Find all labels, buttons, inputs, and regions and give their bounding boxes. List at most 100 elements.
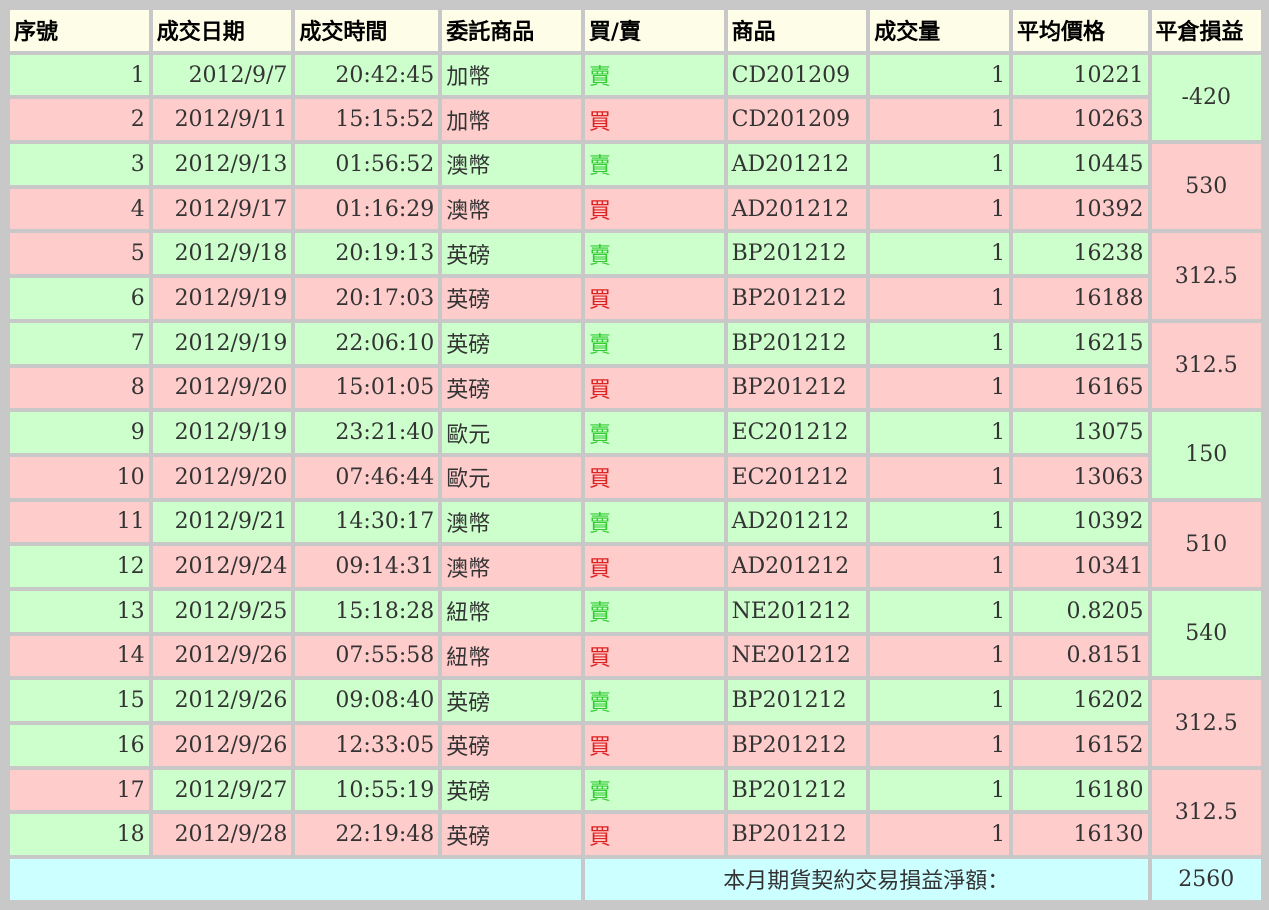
trade-side: 買 <box>584 367 724 409</box>
trade-side: 買 <box>584 99 724 141</box>
table-row: 17 2012/9/27 10:55:19 英磅賣 BP201212 1 16180 312.… <box>10 769 1261 856</box>
trade-time: 07:46:44 <box>295 456 439 498</box>
trade-side: 買 <box>584 278 724 319</box>
table-row: 4 2012/9/17 01:16:29 澳幣買 AD201212 1 10392 <box>10 188 1261 230</box>
order-item: 英磅 <box>442 814 581 856</box>
row-number: 13 <box>10 590 149 632</box>
trade-date: 2012/9/25 <box>152 590 292 632</box>
average-price: 10221 <box>1012 54 1148 96</box>
order-item: 英磅 <box>442 322 581 364</box>
trade-date: 2012/9/18 <box>152 233 292 275</box>
trade-date: 2012/9/19 <box>152 278 292 319</box>
table-row: 7 2012/9/19 22:06:10 英磅賣 BP201212 1 16215 312.5 <box>10 322 1261 409</box>
trade-time: 10:55:19 <box>295 769 439 811</box>
product-code: CD201209 <box>727 54 867 96</box>
product-code: AD201212 <box>727 188 867 230</box>
close-pnl: 312.5 <box>1151 322 1261 409</box>
row-number: 1 <box>10 54 149 96</box>
order-item: 澳幣 <box>442 501 581 543</box>
trade-side: 買 <box>584 635 724 677</box>
close-pnl: 510 <box>1151 501 1261 587</box>
product-code: BP201212 <box>727 322 867 364</box>
product-code: EC201212 <box>727 456 867 498</box>
average-price: 0.8205 <box>1012 590 1148 632</box>
product-code: AD201212 <box>727 546 867 587</box>
row-number: 7 <box>10 322 149 364</box>
order-item: 紐幣 <box>442 635 581 677</box>
product-code: AD201212 <box>727 501 867 543</box>
trade-date: 2012/9/27 <box>152 769 292 811</box>
order-item: 加幣 <box>442 54 581 96</box>
average-price: 16202 <box>1012 680 1148 721</box>
row-number: 18 <box>10 814 149 856</box>
header-row: 序號 成交日期 成交時間 委託商品 買/賣 商品 成交量 平均價格 平倉損益 <box>10 10 1261 51</box>
product-code: BP201212 <box>727 233 867 275</box>
trade-side: 買 <box>584 456 724 498</box>
row-number: 2 <box>10 99 149 141</box>
col-header-pnl: 平倉損益 <box>1151 10 1261 51</box>
close-pnl: 312.5 <box>1151 233 1261 319</box>
trade-date: 2012/9/26 <box>152 635 292 677</box>
trade-quantity: 1 <box>870 635 1009 677</box>
trade-quantity: 1 <box>870 725 1009 766</box>
row-number: 10 <box>10 456 149 498</box>
table-row: 2 2012/9/11 15:15:52 加幣買 CD201209 1 10263 <box>10 99 1261 141</box>
trade-date: 2012/9/28 <box>152 814 292 856</box>
table-row: 8 2012/9/20 15:01:05 英磅買 BP201212 1 16165 <box>10 367 1261 409</box>
average-price: 16165 <box>1012 367 1148 409</box>
trade-quantity: 1 <box>870 367 1009 409</box>
trade-quantity: 1 <box>870 456 1009 498</box>
product-code: BP201212 <box>727 769 867 811</box>
trade-date: 2012/9/20 <box>152 367 292 409</box>
trade-time: 20:42:45 <box>295 54 439 96</box>
row-number: 3 <box>10 144 149 185</box>
trade-table: 序號 成交日期 成交時間 委託商品 買/賣 商品 成交量 平均價格 平倉損益 1… <box>6 6 1265 904</box>
col-header-qty: 成交量 <box>870 10 1009 51</box>
row-number: 5 <box>10 233 149 275</box>
table-row: 5 2012/9/18 20:19:13 英磅賣 BP201212 1 16238 312.5 <box>10 233 1261 319</box>
trade-quantity: 1 <box>870 278 1009 319</box>
trade-side: 賣 <box>584 144 724 185</box>
row-number: 11 <box>10 501 149 543</box>
average-price: 10263 <box>1012 99 1148 141</box>
table-row: 3 2012/9/13 01:56:52 澳幣賣 AD201212 1 10445 530 <box>10 144 1261 230</box>
footer-row: 本月期貨契約交易損益淨額： 2560 <box>10 859 1261 900</box>
trade-time: 20:19:13 <box>295 233 439 275</box>
row-number: 16 <box>10 725 149 766</box>
trade-quantity: 1 <box>870 144 1009 185</box>
average-price: 10392 <box>1012 188 1148 230</box>
close-pnl: 530 <box>1151 144 1261 230</box>
row-number: 17 <box>10 769 149 811</box>
trade-time: 20:17:03 <box>295 278 439 319</box>
close-pnl: 312.5 <box>1151 680 1261 766</box>
table-row: 6 2012/9/19 20:17:03 英磅買 BP201212 1 16188 <box>10 278 1261 319</box>
table-row: 14 2012/9/26 07:55:58 紐幣買 NE201212 1 0.8151 <box>10 635 1261 677</box>
average-price: 16188 <box>1012 278 1148 319</box>
row-number: 14 <box>10 635 149 677</box>
table-row: 16 2012/9/26 12:33:05 英磅買 BP201212 1 16152 <box>10 725 1261 766</box>
trade-quantity: 1 <box>870 188 1009 230</box>
close-pnl: 540 <box>1151 590 1261 677</box>
col-header-price: 平均價格 <box>1012 10 1148 51</box>
close-pnl: 150 <box>1151 412 1261 498</box>
trade-quantity: 1 <box>870 412 1009 453</box>
product-code: BP201212 <box>727 278 867 319</box>
trade-date: 2012/9/20 <box>152 456 292 498</box>
table-row: 13 2012/9/25 15:18:28 紐幣賣 NE201212 1 0.8205 540 <box>10 590 1261 677</box>
net-pnl-total: 2560 <box>1151 859 1261 900</box>
order-item: 英磅 <box>442 367 581 409</box>
trade-date: 2012/9/7 <box>152 54 292 96</box>
trade-side: 賣 <box>584 590 724 632</box>
order-item: 歐元 <box>442 412 581 453</box>
average-price: 16238 <box>1012 233 1148 275</box>
trade-date: 2012/9/17 <box>152 188 292 230</box>
row-number: 6 <box>10 278 149 319</box>
trade-time: 07:55:58 <box>295 635 439 677</box>
row-number: 4 <box>10 188 149 230</box>
footer-blank <box>10 859 581 900</box>
col-header-no: 序號 <box>10 10 149 51</box>
order-item: 紐幣 <box>442 590 581 632</box>
trade-date: 2012/9/26 <box>152 680 292 721</box>
product-code: AD201212 <box>727 144 867 185</box>
trade-side: 賣 <box>584 54 724 96</box>
